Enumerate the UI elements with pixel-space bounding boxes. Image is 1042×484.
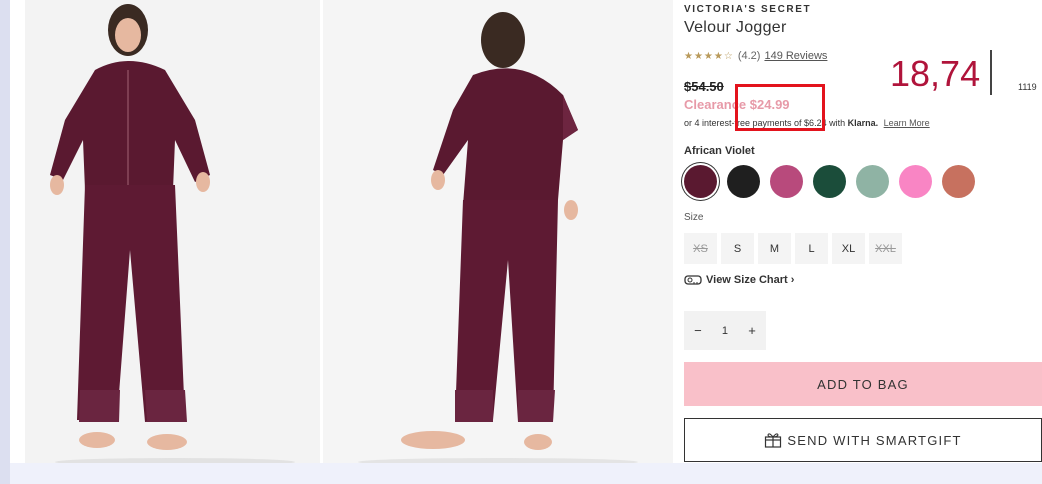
color-swatch-black[interactable] — [727, 165, 760, 198]
quantity-increase-button[interactable]: + — [748, 323, 756, 338]
learn-more-link[interactable]: Learn More — [884, 118, 930, 128]
star-rating-icon: ★★★★☆ — [684, 50, 734, 62]
size-label: Size — [684, 212, 704, 223]
product-image-back[interactable] — [323, 0, 673, 463]
color-swatch-pink[interactable] — [899, 165, 932, 198]
send-smartgift-label: SEND WITH SMARTGIFT — [787, 432, 962, 448]
size-option-xs[interactable]: XS — [684, 233, 717, 264]
bottom-band — [10, 463, 1042, 484]
color-swatch-sage[interactable] — [856, 165, 889, 198]
text-cursor — [990, 50, 992, 95]
model-front-illustration — [25, 0, 320, 463]
brand-name: VICTORIA'S SECRET — [684, 4, 812, 15]
size-option-xxl[interactable]: XXL — [869, 233, 902, 264]
annotation-number: 18,74 — [890, 53, 981, 94]
color-swatch-green[interactable] — [813, 165, 846, 198]
gift-icon — [765, 433, 782, 448]
quantity-stepper: − 1 + — [684, 311, 766, 350]
highlight-annotation-box — [735, 84, 825, 131]
tape-measure-icon — [684, 275, 702, 285]
annotation-small-number: 1119 — [1018, 82, 1037, 92]
add-to-bag-button[interactable]: ADD TO BAG — [684, 362, 1042, 406]
size-option-l[interactable]: L — [795, 233, 828, 264]
left-margin-strip — [0, 0, 10, 484]
color-swatch-berry[interactable] — [770, 165, 803, 198]
size-option-m[interactable]: M — [758, 233, 791, 264]
model-back-illustration — [323, 0, 673, 463]
color-swatch-african-violet[interactable] — [684, 165, 717, 198]
color-swatches — [684, 165, 975, 198]
send-smartgift-button[interactable]: SEND WITH SMARTGIFT — [684, 418, 1042, 462]
product-image-front[interactable] — [25, 0, 320, 463]
rating-value: (4.2) — [737, 50, 761, 62]
klarna-logo: Klarna. — [847, 118, 879, 128]
size-option-s[interactable]: S — [721, 233, 754, 264]
reviews-link[interactable]: 149 Reviews — [764, 50, 827, 62]
size-chart-label: View Size Chart › — [706, 274, 795, 286]
selected-color-label: African Violet — [684, 145, 755, 157]
quantity-value[interactable]: 1 — [722, 325, 728, 337]
size-option-xl[interactable]: XL — [832, 233, 865, 264]
quantity-decrease-button[interactable]: − — [694, 323, 702, 338]
size-chart-link[interactable]: View Size Chart › — [684, 274, 794, 286]
rating-row: ★★★★☆ (4.2) 149 Reviews — [684, 50, 827, 62]
size-options: XS S M L XL XXL — [684, 233, 902, 264]
original-price: $54.50 — [684, 79, 724, 94]
product-title: Velour Jogger — [684, 19, 787, 36]
color-swatch-terracotta[interactable] — [942, 165, 975, 198]
